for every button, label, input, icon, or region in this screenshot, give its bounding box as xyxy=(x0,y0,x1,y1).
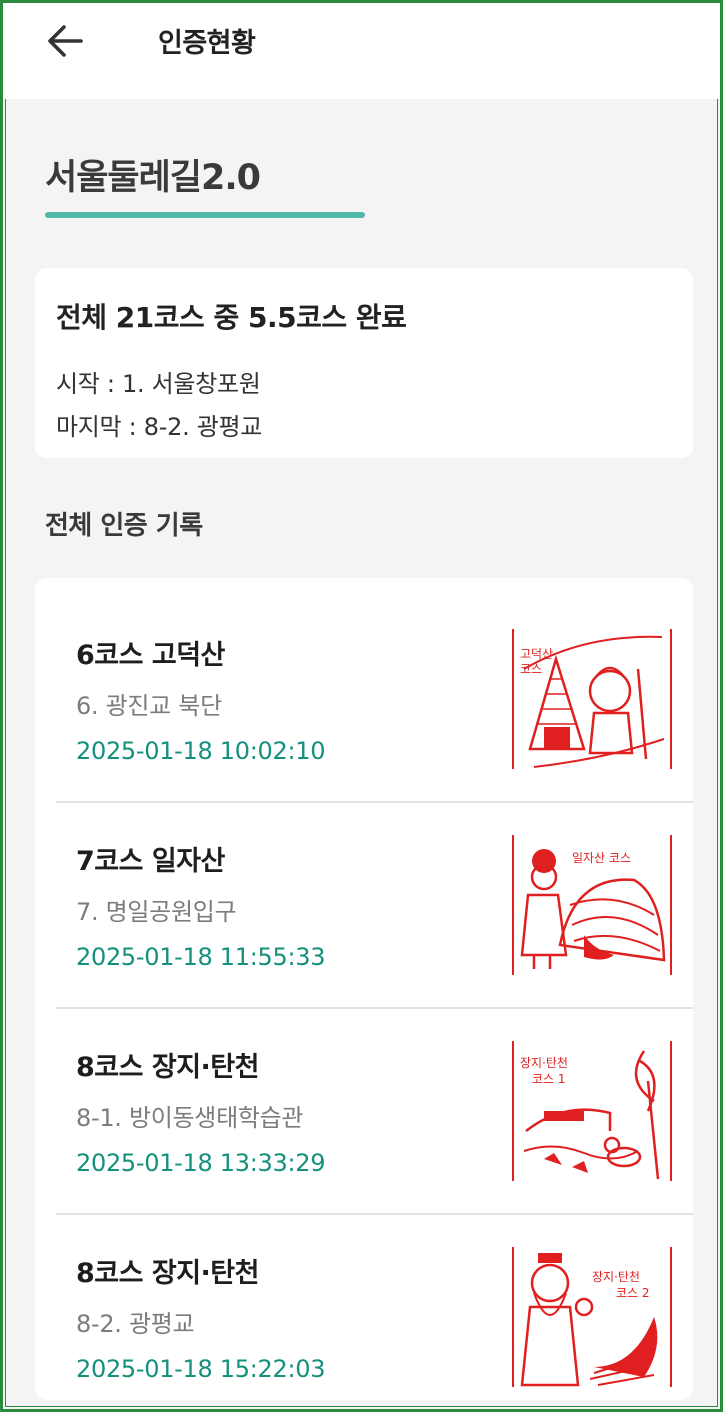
record-timestamp: 2025-01-18 10:02:10 xyxy=(76,737,326,765)
record-item[interactable]: 6코스 고덕산 6. 광진교 북단 2025-01-18 10:02:10 고덕… xyxy=(35,578,693,784)
record-timestamp: 2025-01-18 15:22:03 xyxy=(76,1355,326,1383)
record-checkpoint: 8-2. 광평교 xyxy=(76,1310,195,1338)
trail-title-underline xyxy=(45,212,365,218)
record-course: 8코스 장지·탄천 xyxy=(76,1052,259,1083)
trail-title: 서울둘레길2.0 xyxy=(45,158,261,198)
jangji-tancheon-2-stamp-icon: 장지·탄천 코스 2 xyxy=(512,1247,672,1387)
progress-headline: 전체 21코스 중 5.5코스 완료 xyxy=(56,301,407,334)
stamp-label: 장지·탄천 코스 2 xyxy=(592,1270,650,1300)
stamp-label: 장지·탄천 코스 1 xyxy=(520,1056,568,1086)
record-course: 7코스 일자산 xyxy=(76,846,225,877)
record-checkpoint: 7. 명일공원입구 xyxy=(76,898,237,926)
records-list: 6코스 고덕산 6. 광진교 북단 2025-01-18 10:02:10 고덕… xyxy=(35,578,693,1400)
record-course: 8코스 장지·탄천 xyxy=(76,1258,259,1289)
page-title: 인증현황 xyxy=(158,28,256,59)
last-point-text: 마지막 : 8-2. 광평교 xyxy=(56,413,263,441)
record-timestamp: 2025-01-18 11:55:33 xyxy=(76,943,326,971)
top-app-bar: 인증현황 xyxy=(3,3,720,99)
records-section-title: 전체 인증 기록 xyxy=(45,511,203,541)
record-timestamp: 2025-01-18 13:33:29 xyxy=(76,1149,326,1177)
record-course: 6코스 고덕산 xyxy=(76,640,225,671)
iljasan-stamp-icon: 일자산 코스 xyxy=(512,835,672,975)
record-checkpoint: 8-1. 방이동생태학습관 xyxy=(76,1104,304,1132)
record-item[interactable]: 8코스 장지·탄천 8-2. 광평교 2025-01-18 15:22:03 장… xyxy=(35,1196,693,1400)
record-item[interactable]: 7코스 일자산 7. 명일공원입구 2025-01-18 11:55:33 일자… xyxy=(35,784,693,990)
record-item[interactable]: 8코스 장지·탄천 8-1. 방이동생태학습관 2025-01-18 13:33… xyxy=(35,990,693,1196)
stamp-label: 고덕산 코스 xyxy=(520,647,554,676)
progress-summary-card: 전체 21코스 중 5.5코스 완료 시작 : 1. 서울창포원 마지막 : 8… xyxy=(35,268,693,458)
arrow-left-icon xyxy=(48,25,83,57)
jangji-tancheon-1-stamp-icon: 장지·탄천 코스 1 xyxy=(512,1041,672,1181)
start-point-text: 시작 : 1. 서울창포원 xyxy=(56,370,261,398)
app-screen: 인증현황 서울둘레길2.0 전체 21코스 중 5.5코스 완료 시작 : 1.… xyxy=(0,0,723,1412)
record-checkpoint: 6. 광진교 북단 xyxy=(76,692,222,720)
godeoksan-stamp-icon: 고덕산 코스 xyxy=(512,629,672,769)
back-button[interactable] xyxy=(43,19,87,63)
stamp-label: 일자산 코스 xyxy=(572,851,632,865)
